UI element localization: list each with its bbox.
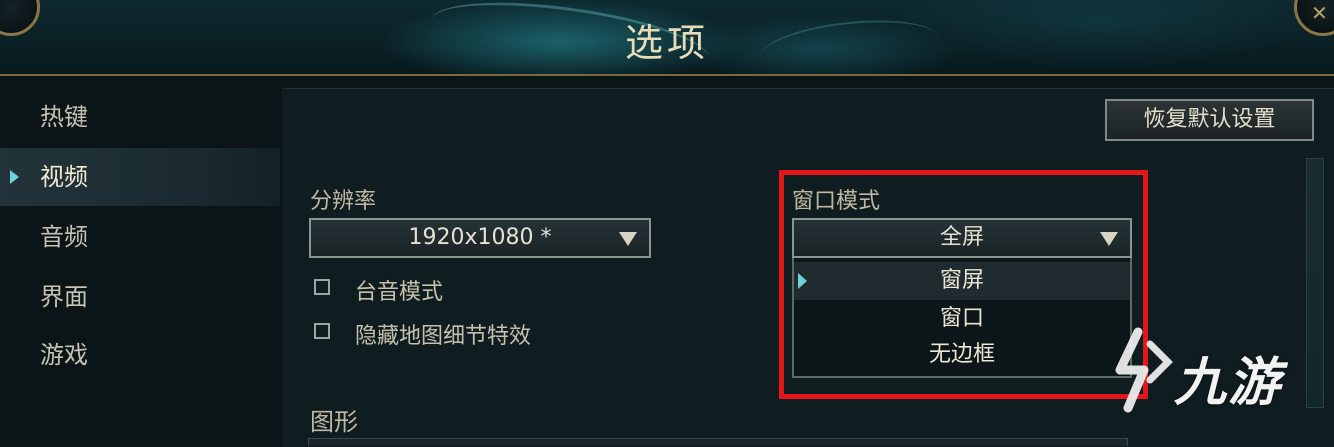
sidebar: 热键 视频 音频 界面 游戏 bbox=[0, 88, 280, 446]
checkbox[interactable] bbox=[314, 323, 330, 339]
dropdown-arrow-icon bbox=[619, 232, 637, 246]
checkbox-label: 台音模式 bbox=[355, 280, 444, 305]
page-title: 选项 bbox=[624, 21, 709, 65]
watermark-text: 九游 bbox=[1174, 353, 1283, 413]
resolution-label: 分辨率 bbox=[310, 189, 377, 214]
sidebar-item-video[interactable]: 视频 bbox=[0, 148, 280, 206]
restore-defaults-button[interactable]: 恢复默认设置 bbox=[1105, 99, 1314, 141]
checkbox-row[interactable]: 台音模式 bbox=[314, 274, 614, 305]
sidebar-item-label: 界面 bbox=[40, 283, 88, 311]
sidebar-item-label: 热键 bbox=[40, 103, 88, 131]
window-header: ✕ 选项 bbox=[0, 0, 1334, 91]
graphics-field[interactable] bbox=[308, 438, 1128, 446]
highlight-box bbox=[779, 170, 1148, 399]
active-caret-icon bbox=[10, 170, 19, 184]
checkbox-row[interactable]: 隐藏地图细节特效 bbox=[314, 318, 614, 349]
sidebar-item-label: 视频 bbox=[40, 163, 88, 191]
sidebar-item-audio[interactable]: 音频 bbox=[0, 208, 280, 266]
sidebar-item-label: 音频 bbox=[40, 223, 88, 251]
sidebar-item-interface[interactable]: 界面 bbox=[0, 268, 280, 326]
sidebar-item-label: 游戏 bbox=[40, 341, 88, 369]
graphics-section-title: 图形 bbox=[310, 408, 358, 436]
sidebar-item-game[interactable]: 游戏 bbox=[0, 326, 280, 384]
checkbox-label: 隐藏地图细节特效 bbox=[355, 324, 532, 349]
checkbox[interactable] bbox=[314, 279, 330, 295]
sidebar-item-hotkeys[interactable]: 热键 bbox=[0, 88, 280, 146]
resolution-value: 1920x1080 * bbox=[408, 225, 552, 250]
resolution-select[interactable]: 1920x1080 * bbox=[309, 218, 651, 258]
